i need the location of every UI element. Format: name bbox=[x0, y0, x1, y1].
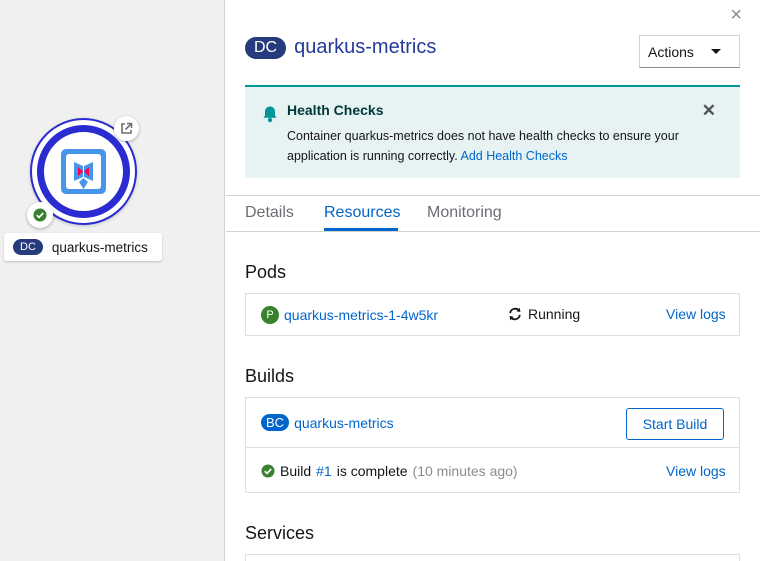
build-status-icon[interactable] bbox=[27, 202, 53, 228]
external-link-icon[interactable] bbox=[114, 116, 139, 141]
panel-title[interactable]: quarkus-metrics bbox=[294, 36, 436, 59]
resource-type-badge: DC bbox=[245, 36, 287, 59]
topology-canvas[interactable]: DC quarkus-metrics bbox=[0, 0, 225, 561]
pod-name-link[interactable]: quarkus-metrics-1-4w5kr bbox=[284, 307, 438, 323]
pod-status-text: Running bbox=[528, 306, 581, 322]
actions-label: Actions bbox=[648, 43, 694, 60]
build-view-logs-link[interactable]: View logs bbox=[666, 463, 726, 479]
caret-down-icon bbox=[711, 49, 721, 54]
panel-tabs: Details Resources Monitoring bbox=[226, 195, 760, 232]
tab-resources[interactable]: Resources bbox=[324, 204, 400, 222]
services-heading: Services bbox=[245, 523, 315, 543]
sync-icon bbox=[509, 307, 521, 321]
pod-view-logs-link[interactable]: View logs bbox=[666, 306, 726, 322]
close-panel-icon[interactable]: × bbox=[730, 4, 742, 27]
alert-close-icon[interactable]: ✕ bbox=[702, 101, 716, 121]
alert-title: Health Checks bbox=[287, 102, 384, 118]
panel-header: DC quarkus-metrics bbox=[245, 36, 436, 59]
node-name: quarkus-metrics bbox=[51, 239, 148, 255]
check-circle-icon bbox=[261, 464, 275, 478]
builds-heading: Builds bbox=[245, 366, 295, 386]
pods-list: P quarkus-metrics-1-4w5kr Running View l… bbox=[245, 293, 740, 336]
tab-details[interactable]: Details bbox=[245, 204, 294, 222]
build-number-link[interactable]: #1 bbox=[316, 463, 332, 479]
pod-badge: P bbox=[261, 306, 279, 324]
build-row: Build #1 is complete (10 minutes ago) bbox=[261, 463, 518, 479]
active-tab-indicator bbox=[324, 228, 398, 231]
start-build-button[interactable]: Start Build bbox=[626, 408, 724, 440]
pods-heading: Pods bbox=[245, 262, 287, 282]
pod-status: Running bbox=[508, 306, 580, 322]
build-suffix: is complete bbox=[336, 463, 408, 479]
tab-monitoring[interactable]: Monitoring bbox=[427, 204, 502, 222]
bell-icon bbox=[263, 106, 277, 123]
build-config-link[interactable]: quarkus-metrics bbox=[294, 415, 394, 431]
build-time: (10 minutes ago) bbox=[412, 463, 518, 479]
node-label[interactable]: DC quarkus-metrics bbox=[4, 233, 162, 261]
pod-row: P quarkus-metrics-1-4w5kr bbox=[261, 306, 438, 324]
quarkus-icon bbox=[61, 149, 106, 194]
build-prefix: Build bbox=[280, 463, 312, 479]
side-panel: × DC quarkus-metrics Actions Health Chec… bbox=[226, 0, 760, 561]
build-config-badge: BC bbox=[261, 414, 290, 431]
services-list bbox=[245, 554, 740, 561]
divider bbox=[246, 447, 739, 448]
add-health-checks-link[interactable]: Add Health Checks bbox=[460, 149, 567, 163]
health-checks-alert: Health Checks Container quarkus-metrics … bbox=[245, 85, 740, 178]
builds-list: BC quarkus-metrics Start Build Build #1 … bbox=[245, 397, 740, 493]
node-type-badge: DC bbox=[13, 239, 43, 255]
build-config-row: BC quarkus-metrics bbox=[261, 414, 394, 431]
alert-body: Container quarkus-metrics does not have … bbox=[287, 126, 707, 166]
actions-dropdown[interactable]: Actions bbox=[639, 35, 740, 68]
